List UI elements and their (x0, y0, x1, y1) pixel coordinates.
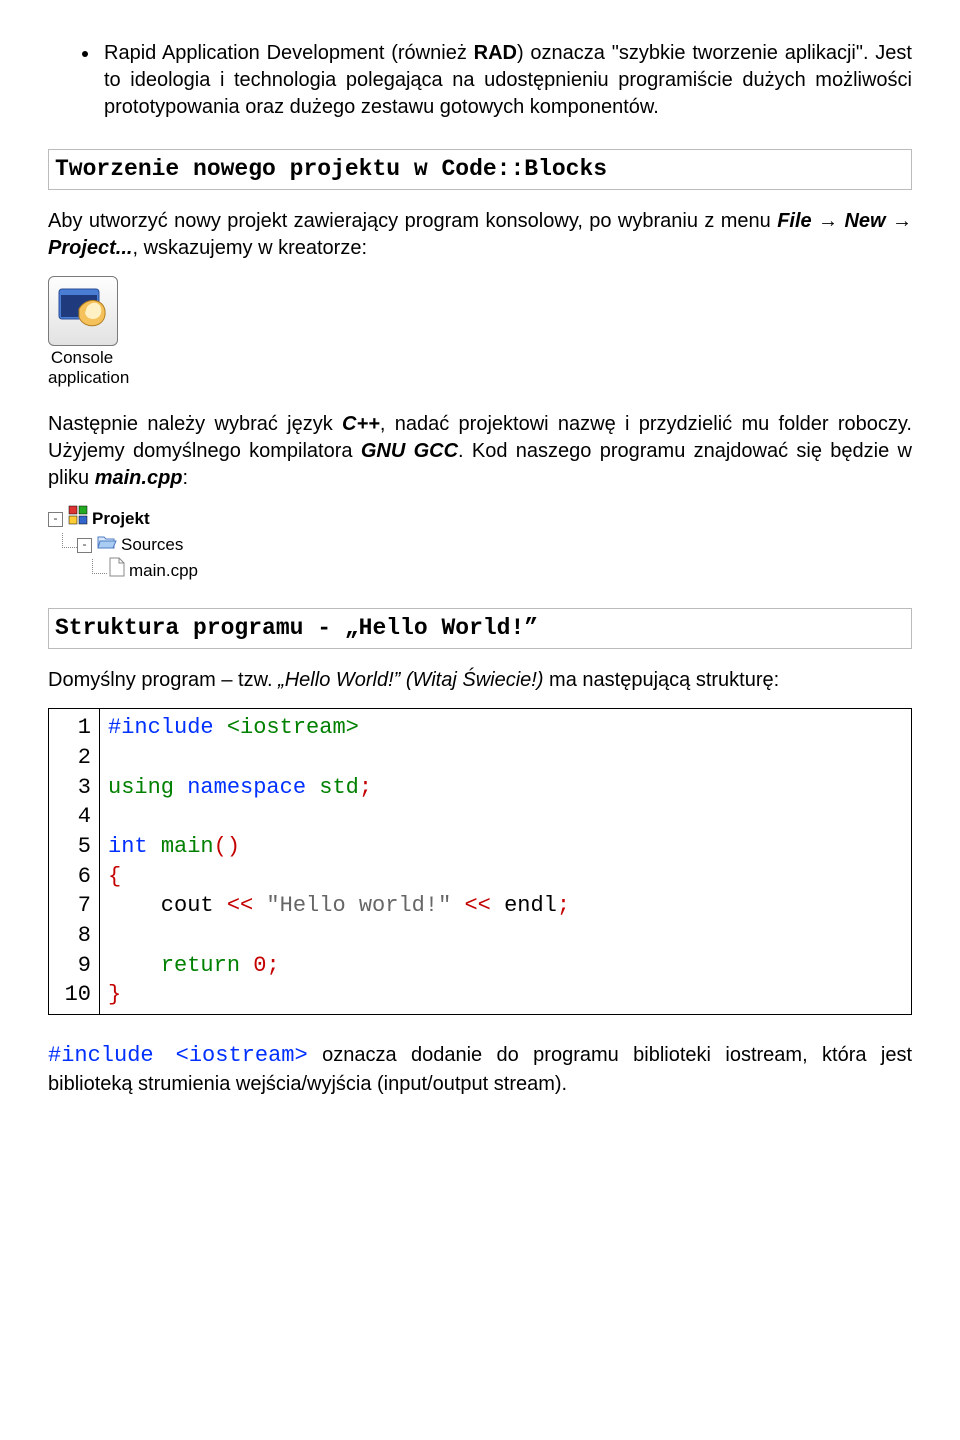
tree-row-sources: - Sources (48, 532, 912, 558)
tok (108, 953, 161, 978)
create-project-p2: Następnie należy wybrać język C++, nadać… (48, 411, 912, 492)
project-tree: - Projekt - Sources (48, 506, 912, 584)
p1-a: Aby utworzyć nowy projekt zawierający pr… (48, 210, 777, 232)
console-app-icon (48, 276, 118, 346)
tok: "Hello world!" (253, 893, 464, 918)
tree-collapse-icon: - (77, 538, 92, 553)
hw-b: ma następującą strukturę: (544, 669, 780, 691)
tok: { (108, 864, 121, 889)
folder-open-icon (97, 532, 117, 558)
intro-text-a: Rapid Application Development (również (104, 42, 474, 64)
tok: endl (491, 893, 557, 918)
p1-file: File (777, 210, 811, 232)
section-title-hello-world: Struktura programu - „Hello World!” (48, 608, 912, 649)
tok: << (227, 893, 253, 918)
file-icon (109, 557, 125, 585)
code-content: #include <iostream> using namespace std;… (100, 709, 912, 1015)
intro-list: Rapid Application Development (również R… (48, 40, 912, 121)
p2-a: Następnie należy wybrać język (48, 413, 342, 435)
tok: namespace (187, 775, 319, 800)
p1-b: , wskazujemy w kreatorze: (132, 237, 367, 259)
code-block: 1 2 3 4 5 6 7 8 9 10 #include <iostream>… (48, 708, 912, 1015)
tok: <iostream> (227, 715, 359, 740)
tok: int (108, 834, 161, 859)
p2-main: main.cpp (95, 467, 183, 489)
tok: 0 (253, 953, 266, 978)
code-gutter: 1 2 3 4 5 6 7 8 9 10 (49, 709, 100, 1015)
tok: using (108, 775, 187, 800)
footer-paragraph: #include <iostream> oznacza dodanie do p… (48, 1041, 912, 1098)
tree-sources-label: Sources (121, 532, 183, 558)
tok: return (161, 953, 253, 978)
tok: #include (108, 715, 227, 740)
tok: cout (108, 893, 227, 918)
hello-world-intro: Domyślny program – tzw. „Hello World!” (… (48, 667, 912, 694)
p1-new: New (844, 210, 885, 232)
tree-row-projekt: - Projekt (48, 506, 912, 532)
section-title-create-project: Tworzenie nowego projektu w Code::Blocks (48, 149, 912, 190)
hw-hello: „Hello World!” (Witaj Świecie!) (278, 669, 543, 691)
console-app-icon-block: Console application (48, 276, 912, 387)
p1-arrow1: → (812, 210, 845, 232)
tree-projekt-label: Projekt (92, 506, 150, 532)
console-app-caption: Console application (48, 348, 116, 387)
tok: ; (266, 953, 279, 978)
p1-project: Project... (48, 237, 132, 259)
p2-d: : (183, 467, 189, 489)
tok: std (319, 775, 359, 800)
tok: << (464, 893, 490, 918)
tok: ; (359, 775, 372, 800)
tree-row-maincpp: main.cpp (48, 558, 912, 584)
project-icon (68, 505, 88, 533)
tok: } (108, 982, 121, 1007)
footer-include: #include <iostream> (48, 1043, 308, 1068)
tok: main (161, 834, 214, 859)
tree-maincpp-label: main.cpp (129, 558, 198, 584)
p2-gcc: GNU GCC (361, 440, 458, 462)
p2-cpp: C++ (342, 413, 380, 435)
tree-collapse-icon: - (48, 512, 63, 527)
hw-a: Domyślny program – tzw. (48, 669, 278, 691)
p1-arrow2: → (886, 210, 912, 232)
tok: ; (557, 893, 570, 918)
intro-rad: RAD (474, 42, 517, 64)
intro-list-item: Rapid Application Development (również R… (100, 40, 912, 121)
tok: () (214, 834, 240, 859)
create-project-p1: Aby utworzyć nowy projekt zawierający pr… (48, 208, 912, 262)
